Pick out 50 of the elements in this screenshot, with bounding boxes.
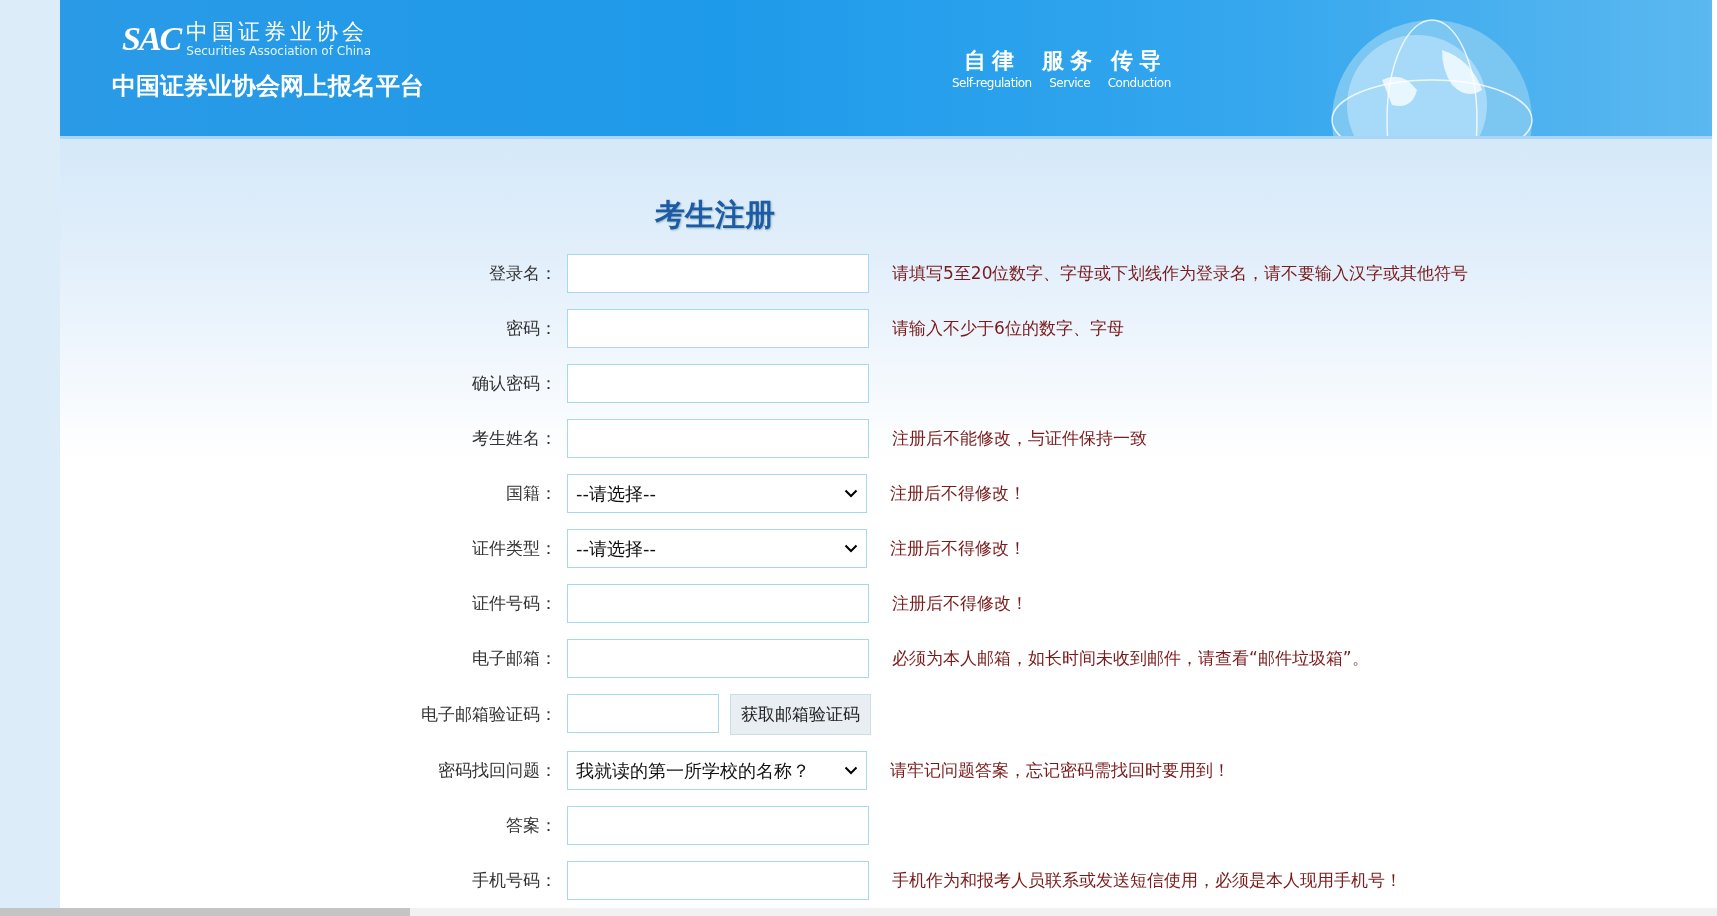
field-label: 国籍：: [506, 482, 558, 505]
chevron-down-icon: [844, 489, 858, 498]
field-label: 考生姓名：: [472, 427, 558, 450]
logo-mark: SAC: [122, 20, 181, 58]
field-label: 证件类型：: [472, 537, 558, 560]
field-label: 登录名：: [489, 262, 558, 285]
hint-text: 注册后不得修改！: [891, 592, 1029, 615]
scrollbar[interactable]: [0, 908, 1717, 916]
slogan-text: 传导: [1111, 46, 1168, 75]
hint-text: 注册后不得修改！: [889, 537, 1027, 560]
slogan-english: Conduction: [1107, 76, 1171, 90]
slogan-text: 自律: [963, 46, 1020, 75]
hint-text: 请输入不少于6位的数字、字母: [891, 317, 1125, 340]
hint-text: 必须为本人邮箱，如长时间未收到邮件，请查看“邮件垃圾箱”。: [891, 647, 1370, 670]
input-field[interactable]: [567, 364, 869, 403]
field-label: 电子邮箱验证码：: [421, 703, 558, 726]
input-field[interactable]: [567, 254, 869, 293]
hint-text: 注册后不能修改，与证件保持一致: [891, 427, 1148, 450]
dropdown[interactable]: 我就读的第一所学校的名称？: [567, 751, 867, 790]
hint-text: 请填写5至20位数字、字母或下划线作为登录名，请不要输入汉字或其他符号: [891, 262, 1470, 285]
field-label: 电子邮箱：: [472, 647, 558, 670]
slogan-text: 服务: [1041, 46, 1098, 75]
get-code-button[interactable]: 获取邮箱验证码: [730, 694, 871, 735]
input-field[interactable]: [567, 419, 869, 458]
input-field[interactable]: [567, 861, 869, 900]
slogan-english: Service: [1049, 76, 1091, 90]
hint-text: 注册后不得修改！: [889, 482, 1027, 505]
hint-text: 请牢记问题答案，忘记密码需找回时要用到！: [889, 759, 1231, 782]
dropdown[interactable]: --请选择--: [567, 529, 867, 568]
input-field[interactable]: [567, 639, 869, 678]
field-label: 答案：: [506, 814, 558, 837]
platform-title: 中国证券业协会网上报名平台: [112, 71, 425, 102]
org-name-english: Securities Association of China: [186, 44, 372, 58]
chevron-down-icon: [844, 766, 858, 775]
chevron-down-icon: [844, 544, 858, 553]
field-label: 密码：: [506, 317, 558, 340]
field-label: 手机号码：: [472, 869, 558, 892]
org-name: 中国证券业协会: [186, 20, 370, 44]
field-label: 确认密码：: [472, 372, 558, 395]
dropdown[interactable]: --请选择--: [567, 474, 867, 513]
form-title: 考生注册: [655, 196, 776, 234]
field-label: 密码找回问题：: [438, 759, 558, 782]
input-field[interactable]: [567, 309, 869, 348]
input-field[interactable]: [567, 584, 869, 623]
input-field[interactable]: [567, 694, 719, 733]
scrollbar-thumb[interactable]: [0, 908, 410, 916]
hint-text: 手机作为和报考人员联系或发送短信使用，必须是本人现用手机号！: [891, 869, 1403, 892]
slogan-english: Self-regulation: [952, 76, 1032, 90]
field-label: 证件号码：: [472, 592, 558, 615]
input-field[interactable]: [567, 806, 869, 845]
